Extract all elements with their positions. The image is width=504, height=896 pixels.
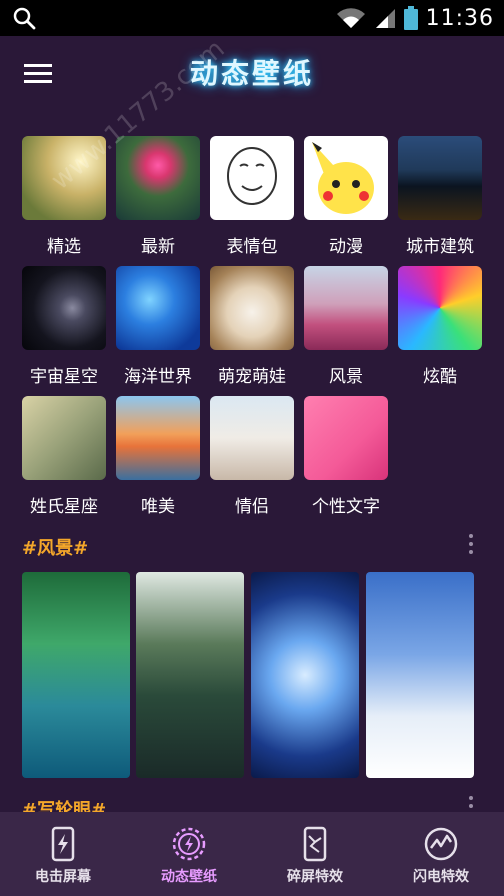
lightning-circle-icon — [424, 827, 458, 861]
category-xingshixingzuo[interactable]: 姓氏星座 — [21, 396, 107, 517]
signal-icon — [375, 9, 395, 28]
category-haiyangshijie[interactable]: 海洋世界 — [115, 266, 201, 387]
category-mengchongmengwa[interactable]: 萌宠萌娃 — [209, 266, 295, 387]
battery-icon — [403, 6, 418, 30]
category-xuanku[interactable]: 炫酷 — [397, 266, 483, 387]
nav-label: 碎屏特效 — [287, 869, 343, 885]
category-label: 姓氏星座 — [30, 497, 98, 517]
bolt-ring-icon — [172, 827, 206, 861]
category-yuzhouxingkong[interactable]: 宇宙星空 — [21, 266, 107, 387]
pikachu-icon — [312, 142, 374, 214]
category-thumbnail — [22, 136, 106, 220]
category-label: 精选 — [47, 237, 81, 257]
section-title-fengjing: #风景# — [22, 538, 89, 559]
nav-item-dianjipingmu[interactable]: 电击屏幕 — [0, 812, 126, 896]
category-label: 炫酷 — [423, 367, 457, 387]
category-label: 表情包 — [226, 237, 278, 257]
wallpaper-thumbnail[interactable] — [366, 572, 474, 778]
category-gexingwenzi[interactable]: 个性文字 — [303, 396, 389, 517]
more-options-icon[interactable] — [468, 532, 474, 556]
category-qinglv[interactable]: 情侣 — [209, 396, 295, 517]
category-thumbnail — [210, 396, 294, 480]
category-dongman[interactable]: 动漫 — [303, 136, 389, 257]
category-biaoqingbao[interactable]: 表情包 — [209, 136, 295, 257]
category-label: 个性文字 — [312, 497, 380, 517]
bottom-navigation: 电击屏幕 动态壁纸 碎屏特效 闪电特效 — [0, 812, 504, 896]
category-label: 最新 — [141, 237, 175, 257]
nav-item-dongtaibizhi[interactable]: 动态壁纸 — [126, 812, 252, 896]
category-thumbnail — [398, 266, 482, 350]
nav-label: 动态壁纸 — [161, 869, 217, 885]
wallpaper-thumbnail[interactable] — [136, 572, 244, 778]
nav-item-suipingtexiao[interactable]: 碎屏特效 — [252, 812, 378, 896]
category-thumbnail — [22, 396, 106, 480]
wallpaper-thumbnail[interactable] — [22, 572, 130, 778]
category-thumbnail — [398, 136, 482, 220]
category-label: 唯美 — [141, 497, 175, 517]
category-thumbnail — [304, 136, 388, 220]
category-chengshijianzhu[interactable]: 城市建筑 — [397, 136, 483, 257]
category-thumbnail — [210, 136, 294, 220]
nav-label: 闪电特效 — [413, 869, 469, 885]
category-thumbnail — [210, 266, 294, 350]
category-label: 风景 — [329, 367, 363, 387]
category-thumbnail — [116, 136, 200, 220]
category-label: 海洋世界 — [124, 367, 192, 387]
category-label: 宇宙星空 — [30, 367, 98, 387]
category-label: 情侣 — [235, 497, 269, 517]
app-header: 动态壁纸 — [0, 36, 504, 120]
status-bar: 11:36 — [0, 0, 504, 36]
category-label: 城市建筑 — [406, 237, 474, 257]
phone-bolt-icon — [51, 826, 75, 862]
category-fengjing[interactable]: 风景 — [303, 266, 389, 387]
wifi-icon — [336, 8, 365, 29]
category-label: 萌宠萌娃 — [218, 367, 286, 387]
category-thumbnail — [22, 266, 106, 350]
category-jingxuan[interactable]: 精选 — [21, 136, 107, 257]
status-time: 11:36 — [425, 5, 494, 31]
category-thumbnail — [116, 396, 200, 480]
category-weimei[interactable]: 唯美 — [115, 396, 201, 517]
category-thumbnail — [116, 266, 200, 350]
broken-phone-icon — [303, 826, 327, 862]
category-label: 动漫 — [329, 237, 363, 257]
category-zuixin[interactable]: 最新 — [115, 136, 201, 257]
nav-label: 电击屏幕 — [35, 869, 91, 885]
category-thumbnail — [304, 266, 388, 350]
wallpaper-thumbnail[interactable] — [251, 572, 359, 778]
meme-face-icon — [227, 147, 277, 205]
nav-item-shandiantexiao[interactable]: 闪电特效 — [378, 812, 504, 896]
page-title: 动态壁纸 — [189, 57, 314, 90]
category-thumbnail — [304, 396, 388, 480]
search-icon[interactable] — [12, 6, 36, 30]
